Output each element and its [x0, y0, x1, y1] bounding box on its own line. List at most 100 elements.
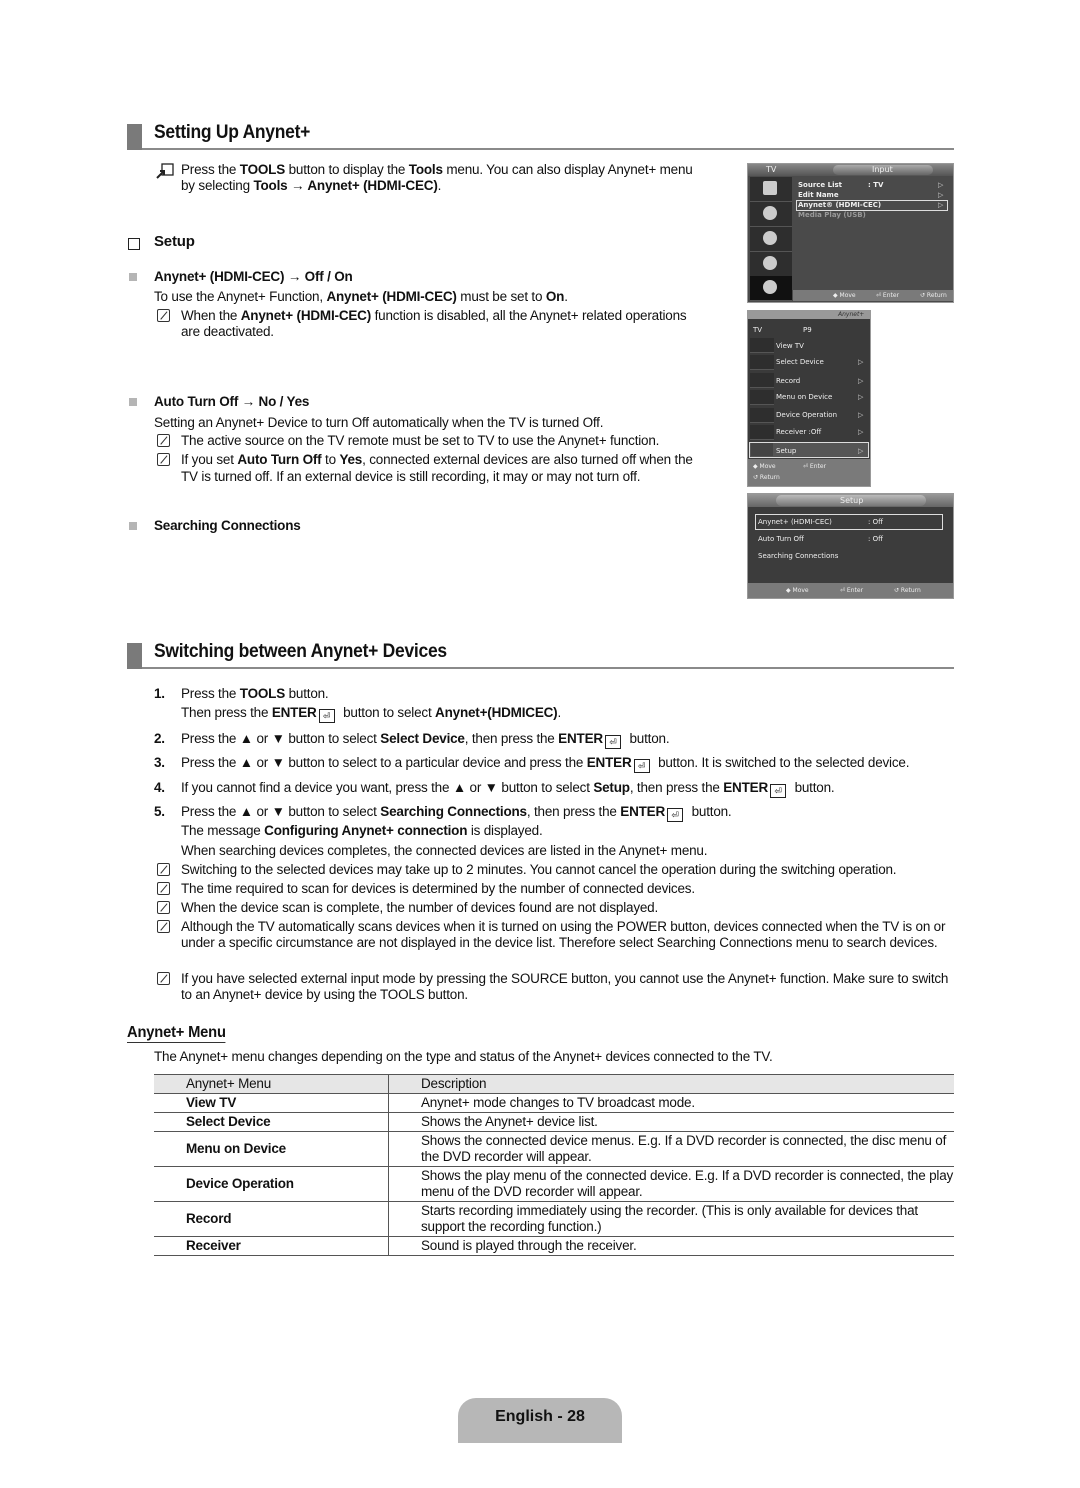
osd-footer-enter: ⏎ Enter	[840, 587, 864, 594]
tools-note-line1: Press the TOOLS button to display the To…	[181, 162, 693, 177]
osd-footer-move: ◆ Move	[833, 292, 856, 299]
arrow-right-icon: ▷	[858, 447, 864, 455]
receiver-icon	[750, 425, 774, 440]
page-number-label: English - 28	[495, 1408, 585, 1425]
section-heading-switching: Switching between Anynet+ Devices	[127, 641, 954, 669]
tools-note-line2: by selecting Tools → Anynet+ (HDMI-CEC).	[181, 178, 442, 193]
enter-icon: ⏎	[667, 808, 684, 822]
osd-item-setup[interactable]: Setup	[776, 447, 796, 455]
osd-input-menu: TV Input Source List : TV ▷ Edit Name ▷ …	[747, 163, 954, 303]
osd-item-receiver[interactable]: Receiver :Off	[776, 428, 821, 436]
step-number: 3.	[154, 755, 165, 770]
osd-setup-item-auto-turn-off[interactable]: Auto Turn Off	[758, 535, 804, 543]
description-cell: Sound is played through the receiver.	[388, 1236, 954, 1256]
osd-item-source-list[interactable]: Source List	[798, 181, 842, 189]
bullet-square-icon	[129, 522, 137, 530]
step-line: Press the TOOLS button.	[181, 686, 329, 701]
osd-item-media-play[interactable]: Media Play (USB)	[798, 211, 866, 219]
description-cell: Shows the Anynet+ device list.	[388, 1112, 954, 1132]
menu-item-cell: View TV	[154, 1093, 389, 1113]
arrow-right-icon: ▷	[938, 191, 944, 199]
table-header-row: Anynet+ Menu Description	[154, 1074, 954, 1094]
note-icon	[157, 434, 170, 447]
section-heading-setting-up: Setting Up Anynet+	[127, 122, 954, 150]
osd-title: Input	[872, 165, 893, 174]
menu-item-cell: Menu on Device	[154, 1131, 389, 1167]
note-icon	[157, 863, 170, 876]
note-icon	[157, 901, 170, 914]
picture-icon	[750, 177, 792, 202]
description-cell: Shows the play menu of the connected dev…	[388, 1166, 954, 1202]
arrow-right-icon: ▷	[858, 411, 864, 419]
menu-item-cell: Select Device	[154, 1112, 389, 1132]
enter-icon: ⏎	[770, 784, 787, 798]
tv-device-icon	[750, 338, 774, 353]
arrow-right-icon: ▷	[938, 201, 944, 209]
note-auto-turn-off-2-line2: TV is turned off. If an external device …	[181, 469, 641, 484]
osd-footer-move: ◆ Move	[753, 463, 776, 470]
step-line: Press the ▲ or ▼ button to select Select…	[181, 731, 670, 749]
description-cell: Anynet+ mode changes to TV broadcast mod…	[388, 1093, 954, 1113]
heading-bar	[127, 643, 142, 669]
table-row: Select Device Shows the Anynet+ device li…	[154, 1112, 954, 1132]
note-hdmi-cec-line2: are deactivated.	[181, 324, 274, 339]
step-number: 1.	[154, 686, 165, 701]
step-line: If you cannot find a device you want, pr…	[181, 780, 835, 798]
osd-item-device-operation[interactable]: Device Operation	[776, 411, 837, 419]
arrow-right-icon: ▷	[858, 428, 864, 436]
osd-item-menu-on-device[interactable]: Menu on Device	[776, 393, 832, 401]
osd-item-edit-name[interactable]: Edit Name	[798, 191, 839, 199]
checkbox-icon	[128, 238, 140, 250]
step-line: Then press the ENTER ⏎ button to select A…	[181, 705, 562, 723]
osd-item-record[interactable]: Record	[776, 377, 800, 385]
arrow-right-icon: ▷	[938, 181, 944, 189]
osd-setup-item-searching[interactable]: Searching Connections	[758, 552, 838, 560]
table-header-cell: Anynet+ Menu	[154, 1074, 389, 1094]
arrow-right-icon: ▷	[858, 358, 864, 366]
table-row: Receiver Sound is played through the rece…	[154, 1236, 954, 1256]
menu-item-cell: Device Operation	[154, 1166, 389, 1202]
osd-footer-return: ↺ Return	[894, 587, 921, 594]
menu-item-cell: Record	[154, 1201, 389, 1237]
table-header-cell: Description	[388, 1074, 954, 1094]
page-footer-tab: English - 28	[458, 1398, 622, 1443]
note-auto-turn-off-1: The active source on the TV remote must …	[181, 433, 660, 448]
note-text: Switching to the selected devices may ta…	[181, 862, 897, 877]
osd-setup-item-anynet[interactable]: Anynet+ (HDMI-CEC)	[758, 518, 832, 526]
osd-header-channel: P9	[803, 326, 812, 334]
setup-gear-icon	[751, 443, 773, 456]
setup-gear-icon	[750, 252, 792, 277]
note-auto-turn-off-2-line1: If you set Auto Turn Off to Yes, connect…	[181, 452, 693, 467]
item-label-hdmi-cec: Anynet+ (HDMI-CEC) → Off / On	[154, 269, 353, 284]
table-row: Menu on Device Shows the connected device…	[154, 1131, 954, 1167]
sound-icon	[750, 202, 792, 227]
setup-heading: Setup	[154, 233, 195, 250]
arrow-right-icon: ▷	[858, 377, 864, 385]
osd-item-view-tv[interactable]: View TV	[776, 342, 804, 350]
enter-icon: ⏎	[318, 709, 335, 723]
note-icon	[157, 882, 170, 895]
osd-footer-return: ↺ Return	[753, 474, 780, 481]
osd-item-select-device[interactable]: Select Device	[776, 358, 824, 366]
anynet-menu-table: Anynet+ Menu Description View TV Anynet+ mo…	[154, 1074, 954, 1256]
step-line: Press the ▲ or ▼ button to select to a p…	[181, 755, 910, 773]
osd-item-value: : TV	[868, 181, 884, 189]
arrow-right-icon: ▷	[858, 393, 864, 401]
section-title: Setting Up Anynet+	[154, 122, 311, 143]
item-desc-hdmi-cec: To use the Anynet+ Function, Anynet+ (HD…	[154, 289, 568, 304]
heading-bar	[127, 124, 142, 150]
note-hdmi-cec-line1: When the Anynet+ (HDMI-CEC) function is …	[181, 308, 687, 323]
note-icon	[157, 972, 170, 985]
bullet-square-icon	[129, 398, 137, 406]
osd-footer-enter: ⏎ Enter	[876, 292, 900, 299]
input-icon	[750, 276, 792, 301]
table-row: Record Starts recording immediately using…	[154, 1201, 954, 1237]
note-text: When the device scan is complete, the nu…	[181, 900, 659, 915]
menu-section-title: Anynet+ Menu	[127, 1024, 226, 1043]
enter-icon: ⏎	[604, 735, 621, 749]
osd-item-anynet[interactable]: Anynet® (HDMI-CEC)	[798, 201, 881, 209]
device-operation-icon	[750, 408, 774, 423]
menu-item-cell: Receiver	[154, 1236, 389, 1256]
item-label-auto-turn-off: Auto Turn Off → No / Yes	[154, 394, 310, 409]
table-row: View TV Anynet+ mode changes to TV broadc…	[154, 1093, 954, 1113]
